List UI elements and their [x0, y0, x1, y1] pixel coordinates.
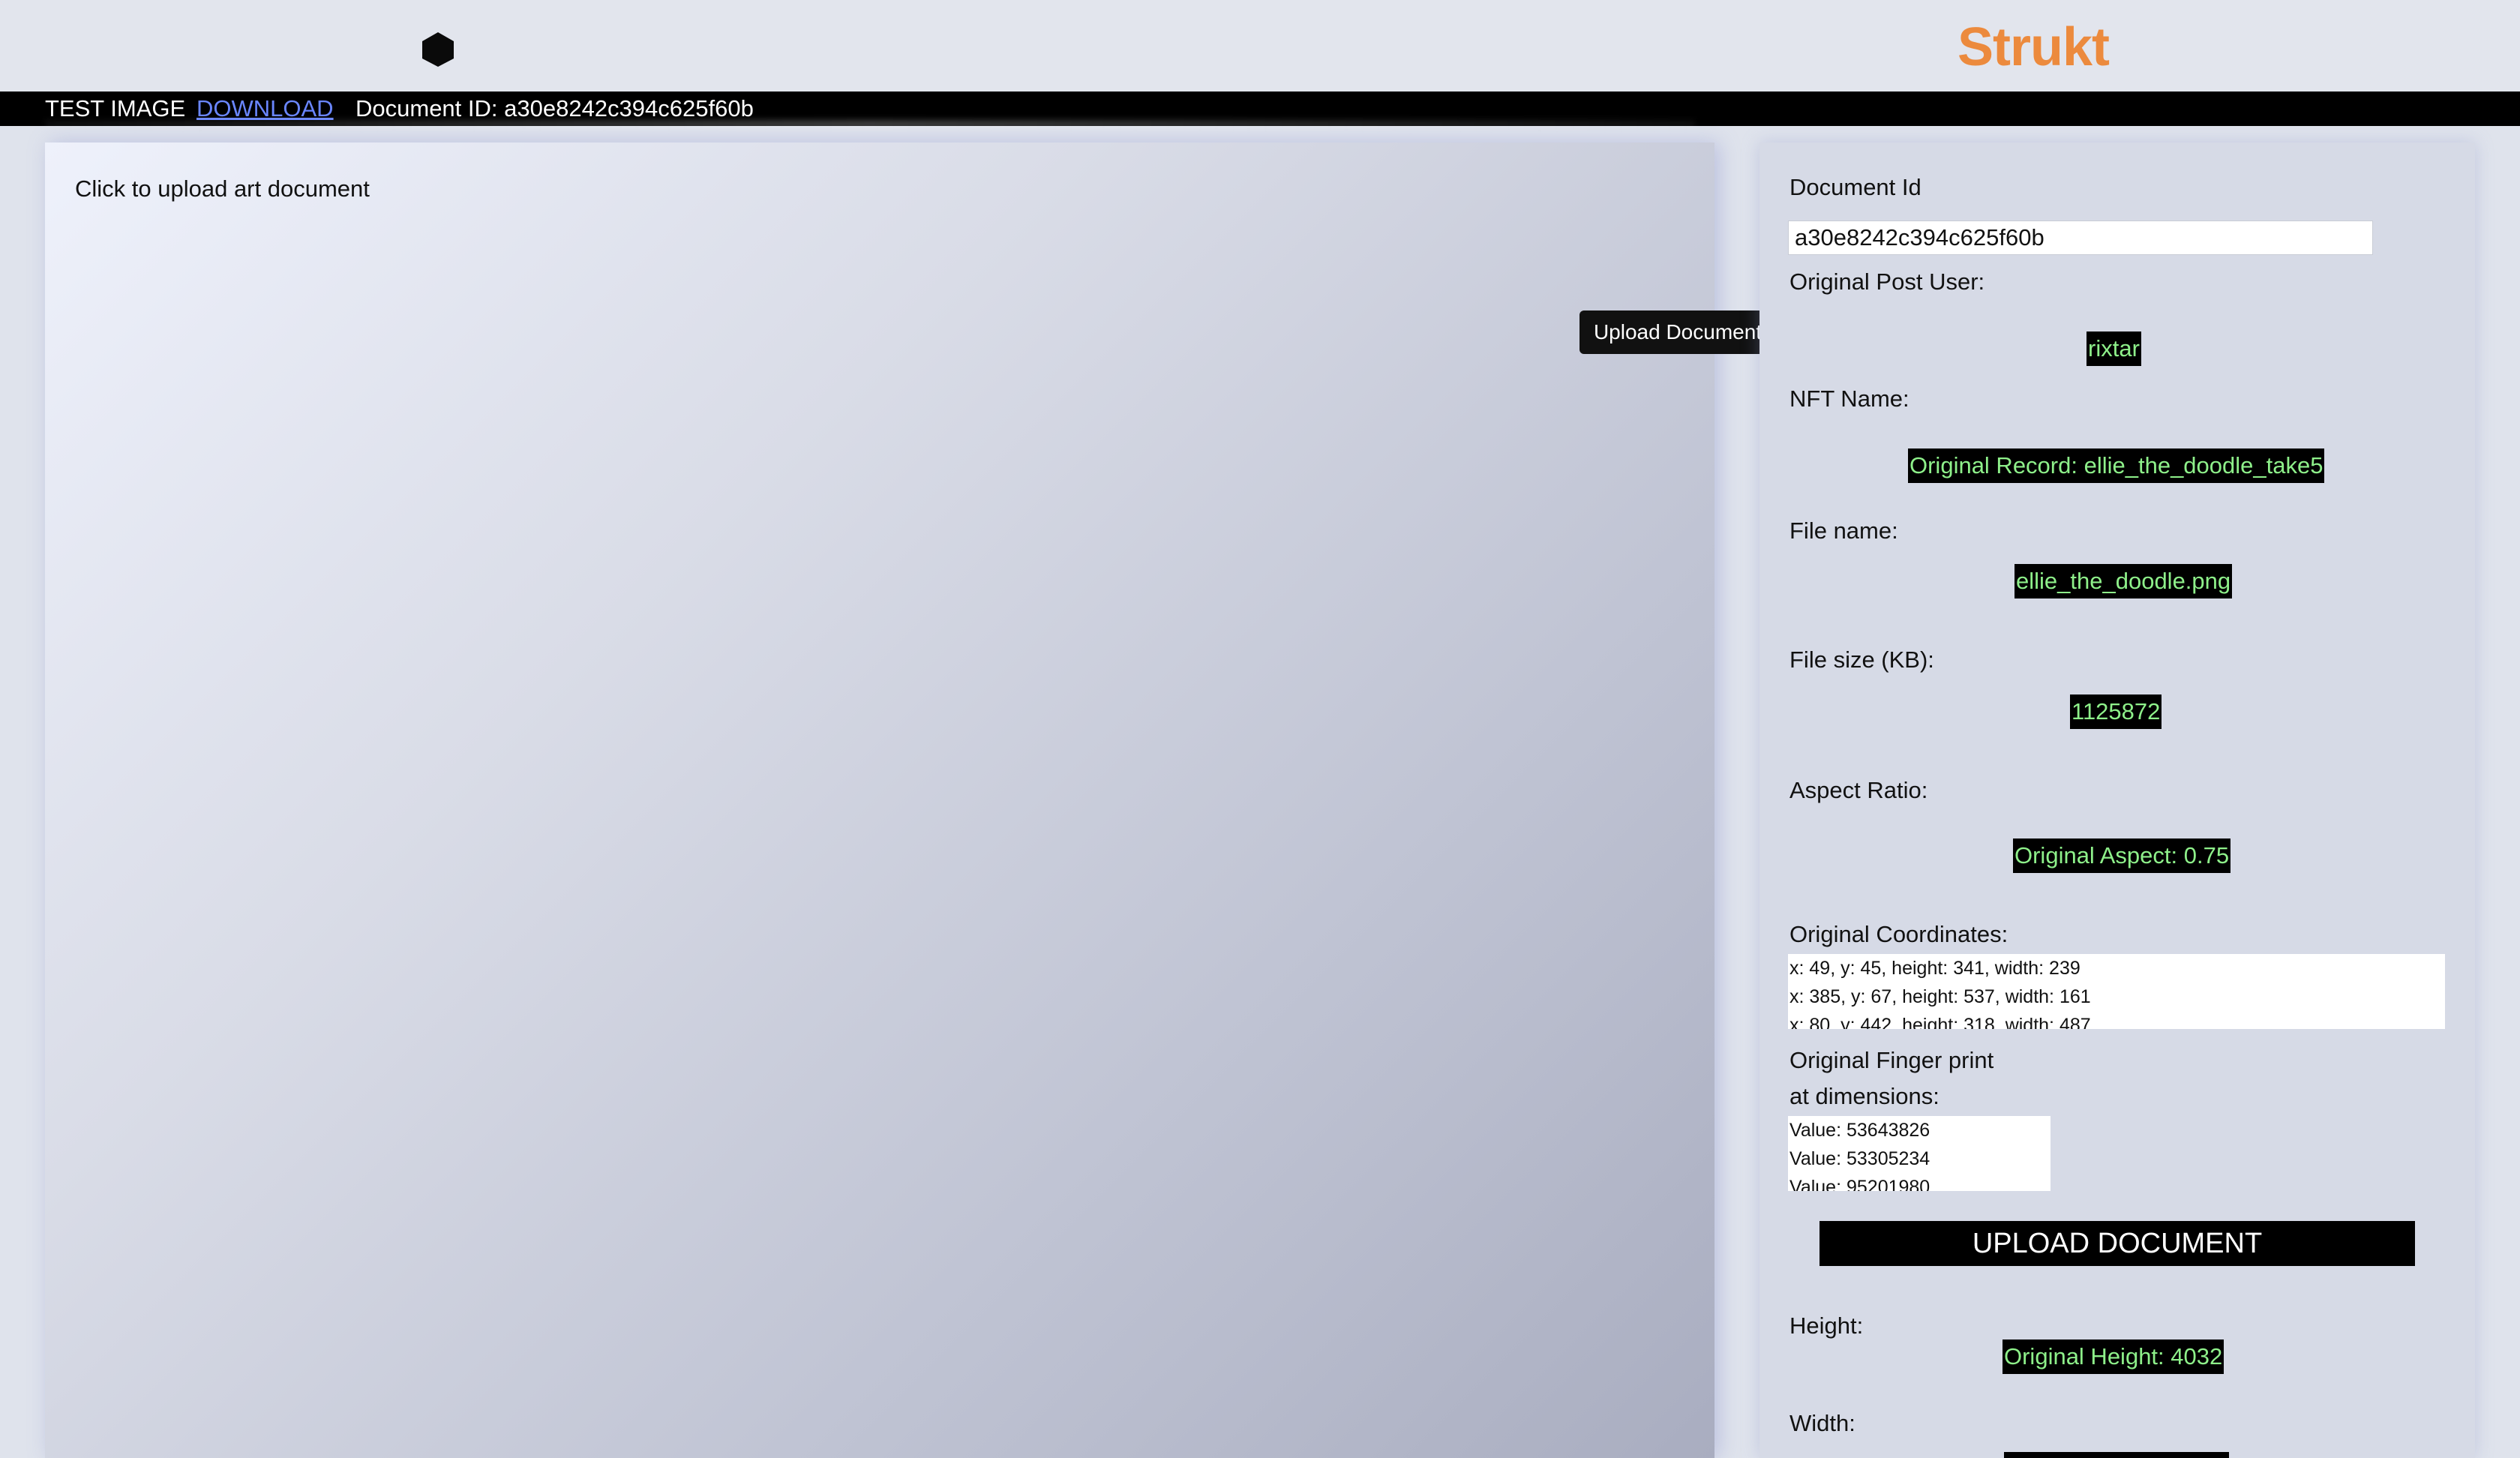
upload-hint: Click to upload art document	[75, 176, 370, 202]
height-label: Height:	[1790, 1312, 1864, 1339]
width-value	[2004, 1452, 2229, 1458]
document-details-panel: Document Id Original Post User: rixtar N…	[1760, 142, 2475, 1458]
aspect-ratio-value: Original Aspect: 0.75	[2013, 838, 2231, 873]
coordinates-list[interactable]: x: 49, y: 45, height: 341, width: 239 x:…	[1788, 954, 2445, 1029]
file-size-value: 1125872	[2070, 694, 2162, 729]
file-name-value: ellie_the_doodle.png	[2014, 564, 2233, 598]
fingerprint-row: Value: 95201980	[1790, 1177, 1930, 1191]
tooltip-text: Upload Document	[1593, 320, 1762, 344]
document-id-label: Document Id	[1790, 174, 1922, 200]
app-header: Strukt	[0, 0, 2520, 92]
height-value: Original Height: 4032	[2002, 1340, 2224, 1374]
aspect-ratio-label: Aspect Ratio:	[1790, 777, 1928, 803]
fingerprint-label-line2: at dimensions:	[1790, 1083, 1940, 1109]
upload-dropzone[interactable]: Click to upload art document	[45, 142, 1714, 1458]
coordinates-label: Original Coordinates:	[1790, 921, 2008, 947]
hexagon-icon	[422, 32, 454, 67]
brand-logo: Strukt	[1958, 17, 2110, 77]
post-user-value: rixtar	[2086, 332, 2141, 366]
post-user-label: Original Post User:	[1790, 268, 1985, 295]
fingerprint-list[interactable]: Value: 53643826 Value: 53305234 Value: 9…	[1788, 1116, 2050, 1191]
coordinate-row: x: 80, y: 442, height: 318, width: 487	[1790, 1015, 2091, 1029]
nft-name-label: NFT Name:	[1790, 386, 1910, 412]
file-size-label: File size (KB):	[1790, 646, 1934, 673]
upload-tooltip: Upload Document	[1580, 310, 1786, 354]
fingerprint-row: Value: 53305234	[1790, 1148, 1930, 1169]
coordinate-row: x: 385, y: 67, height: 537, width: 161	[1790, 986, 2091, 1007]
coordinate-row: x: 49, y: 45, height: 341, width: 239	[1790, 958, 2080, 979]
upload-document-button[interactable]: UPLOAD DOCUMENT	[1820, 1221, 2415, 1266]
fingerprint-row: Value: 53643826	[1790, 1120, 1930, 1141]
file-name-label: File name:	[1790, 518, 1898, 544]
toolbar-glow	[45, 120, 1695, 129]
width-label: Width:	[1790, 1410, 1856, 1436]
nft-name-value: Original Record: ellie_the_doodle_take5	[1908, 448, 2325, 483]
document-id-input[interactable]	[1788, 220, 2373, 255]
fingerprint-label-line1: Original Finger print	[1790, 1047, 1994, 1073]
